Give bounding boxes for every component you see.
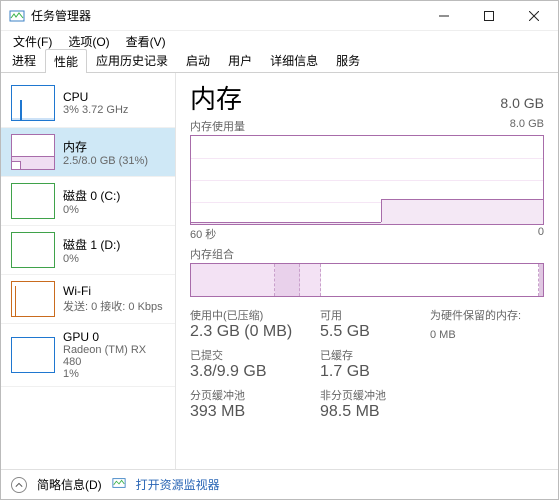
resmon-icon bbox=[112, 476, 126, 493]
stat-cached-label: 已缓存 bbox=[320, 347, 430, 363]
sidebar: CPU 3% 3.72 GHz 内存 2.5/8.0 GB (31%) 磁盘 0… bbox=[1, 73, 176, 469]
sidebar-item-sub: 发送: 0 接收: 0 Kbps bbox=[63, 298, 167, 314]
fewer-details-button[interactable]: 简略信息(D) bbox=[37, 476, 102, 493]
memory-thumb-icon bbox=[11, 134, 55, 170]
tab-startup[interactable]: 启动 bbox=[177, 48, 219, 72]
sidebar-item-label: 磁盘 0 (C:) bbox=[63, 187, 167, 204]
stat-paged-label: 分页缓冲池 bbox=[190, 387, 320, 403]
sidebar-item-sub: 0% bbox=[63, 253, 167, 265]
taskmgr-icon bbox=[9, 8, 25, 24]
sidebar-item-label: GPU 0 bbox=[63, 330, 167, 344]
sidebar-item-sub: 2.5/8.0 GB (31%) bbox=[63, 155, 167, 167]
close-button[interactable] bbox=[511, 1, 556, 30]
stat-inuse-value: 2.3 GB (0 MB) bbox=[190, 323, 320, 341]
timeline-left: 60 秒 bbox=[190, 226, 216, 242]
sidebar-item-label: CPU bbox=[63, 90, 167, 104]
usage-chart-label: 内存使用量 bbox=[190, 118, 245, 134]
detail-total: 8.0 GB bbox=[500, 95, 544, 111]
sidebar-item-wifi[interactable]: Wi-Fi 发送: 0 接收: 0 Kbps bbox=[1, 275, 175, 324]
stat-committed-label: 已提交 bbox=[190, 347, 320, 363]
minimize-button[interactable] bbox=[421, 1, 466, 30]
open-resource-monitor-link[interactable]: 打开资源监视器 bbox=[136, 476, 220, 493]
sidebar-item-label: 磁盘 1 (D:) bbox=[63, 236, 167, 253]
titlebar: 任务管理器 bbox=[1, 1, 558, 31]
memory-composition-chart[interactable] bbox=[190, 263, 544, 297]
stat-hw-reserved-value: 0 MB bbox=[430, 329, 456, 341]
sidebar-item-disk1[interactable]: 磁盘 1 (D:) 0% bbox=[1, 226, 175, 275]
stat-nonpaged-value: 98.5 MB bbox=[320, 403, 430, 421]
sidebar-item-sub: Radeon (TM) RX 480 bbox=[63, 344, 167, 368]
stat-nonpaged-label: 非分页缓冲池 bbox=[320, 387, 430, 403]
wifi-thumb-icon bbox=[11, 281, 55, 317]
tab-performance[interactable]: 性能 bbox=[45, 49, 87, 73]
sidebar-item-label: Wi-Fi bbox=[63, 284, 167, 298]
tabstrip: 进程 性能 应用历史记录 启动 用户 详细信息 服务 bbox=[1, 51, 558, 73]
detail-panel: 内存 8.0 GB 内存使用量 8.0 GB 60 秒 0 内存组合 bbox=[176, 73, 558, 469]
footer: 简略信息(D) 打开资源监视器 bbox=[1, 469, 558, 499]
window-title: 任务管理器 bbox=[31, 7, 421, 24]
disk-thumb-icon bbox=[11, 232, 55, 268]
stat-available-value: 5.5 GB bbox=[320, 323, 430, 341]
sidebar-item-gpu0[interactable]: GPU 0 Radeon (TM) RX 480 1% bbox=[1, 324, 175, 387]
tab-users[interactable]: 用户 bbox=[219, 48, 261, 72]
stat-committed-value: 3.8/9.9 GB bbox=[190, 363, 320, 381]
stat-cached-value: 1.7 GB bbox=[320, 363, 430, 381]
sidebar-item-label: 内存 bbox=[63, 138, 167, 155]
main: CPU 3% 3.72 GHz 内存 2.5/8.0 GB (31%) 磁盘 0… bbox=[1, 73, 558, 469]
detail-title: 内存 bbox=[190, 79, 242, 116]
memory-usage-chart[interactable] bbox=[190, 135, 544, 225]
chevron-up-icon[interactable] bbox=[11, 477, 27, 493]
sidebar-item-sub: 3% 3.72 GHz bbox=[63, 104, 167, 116]
composition-label: 内存组合 bbox=[190, 246, 544, 262]
cpu-thumb-icon bbox=[11, 85, 55, 121]
gpu-thumb-icon bbox=[11, 337, 55, 373]
usage-chart-max: 8.0 GB bbox=[510, 118, 544, 134]
tab-details[interactable]: 详细信息 bbox=[261, 48, 327, 72]
timeline-right: 0 bbox=[538, 226, 544, 242]
sidebar-item-memory[interactable]: 内存 2.5/8.0 GB (31%) bbox=[1, 128, 175, 177]
sidebar-item-sub2: 1% bbox=[63, 368, 167, 380]
stat-hw-reserved-label: 为硬件保留的内存: bbox=[430, 307, 521, 323]
sidebar-item-sub: 0% bbox=[63, 204, 167, 216]
sidebar-item-disk0[interactable]: 磁盘 0 (C:) 0% bbox=[1, 177, 175, 226]
memory-stats: 使用中(已压缩) 2.3 GB (0 MB) 可用 5.5 GB 为硬件保留的内… bbox=[190, 307, 544, 421]
tab-processes[interactable]: 进程 bbox=[3, 48, 45, 72]
tab-services[interactable]: 服务 bbox=[327, 48, 369, 72]
disk-thumb-icon bbox=[11, 183, 55, 219]
maximize-button[interactable] bbox=[466, 1, 511, 30]
tab-app-history[interactable]: 应用历史记录 bbox=[87, 48, 177, 72]
stat-available-label: 可用 bbox=[320, 307, 430, 323]
stat-paged-value: 393 MB bbox=[190, 403, 320, 421]
stat-inuse-label: 使用中(已压缩) bbox=[190, 307, 320, 323]
sidebar-item-cpu[interactable]: CPU 3% 3.72 GHz bbox=[1, 79, 175, 128]
